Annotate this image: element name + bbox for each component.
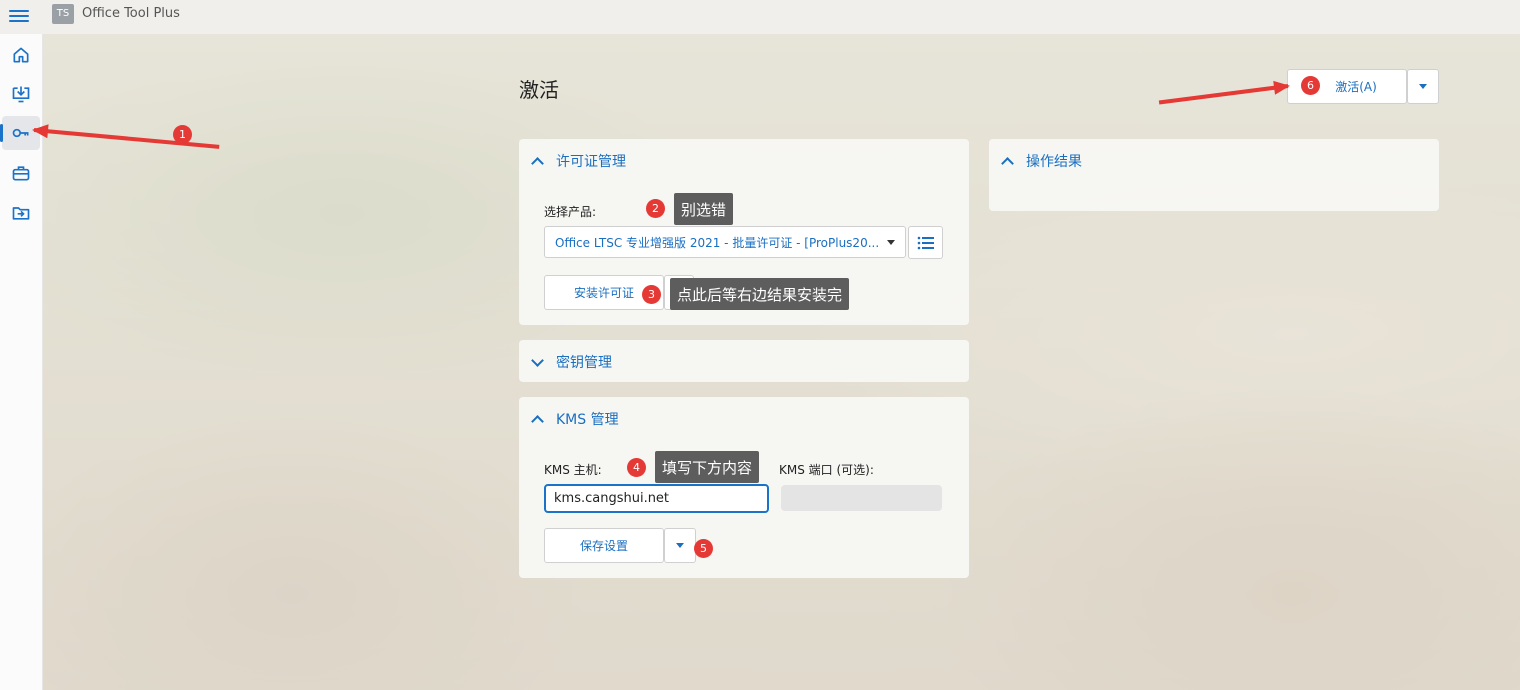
key-card-title: 密钥管理 (556, 355, 612, 371)
download-icon (12, 86, 30, 103)
nav-convert[interactable] (2, 196, 40, 230)
page-title: 激活 (519, 78, 559, 102)
kms-card-title: KMS 管理 (556, 412, 619, 428)
annotation-badge-5: 5 (694, 539, 713, 558)
app-title: Office Tool Plus (82, 6, 180, 21)
result-card-header[interactable]: 操作结果 (1001, 151, 1082, 171)
activate-dropdown-button[interactable] (1407, 69, 1439, 104)
kms-card-header[interactable]: KMS 管理 (531, 409, 619, 429)
select-product-label: 选择产品: (544, 205, 597, 219)
activate-button-label: 激活(A) (1335, 80, 1377, 94)
result-card-title: 操作结果 (1026, 154, 1082, 170)
product-select-value: Office LTSC 专业增强版 2021 - 批量许可证 - [ProPlu… (555, 235, 880, 250)
annotation-tip-3: 点此后等右边结果安装完 (670, 278, 850, 310)
annotation-badge-6: 6 (1301, 76, 1320, 95)
save-settings-button[interactable]: 保存设置 (544, 528, 664, 563)
title-bar: TS Office Tool Plus (0, 0, 1520, 34)
kms-host-input[interactable]: kms.cangshui.net (544, 484, 769, 513)
key-card-header[interactable]: 密钥管理 (531, 352, 612, 372)
key-card: 密钥管理 (519, 340, 969, 382)
save-settings-label: 保存设置 (579, 539, 628, 553)
home-icon (13, 47, 29, 63)
nav-home[interactable] (2, 38, 40, 72)
annotation-tip-4: 填写下方内容 (655, 451, 760, 483)
license-card-header[interactable]: 许可证管理 (531, 151, 626, 171)
save-settings-dropdown[interactable] (664, 528, 696, 563)
chevron-up-icon (531, 414, 544, 428)
caret-down-icon (1419, 84, 1427, 89)
chevron-down-icon (531, 353, 544, 367)
kms-port-input[interactable] (781, 485, 942, 511)
product-list-button[interactable] (908, 226, 943, 259)
menu-icon[interactable] (9, 7, 29, 27)
product-select[interactable]: Office LTSC 专业增强版 2021 - 批量许可证 - [ProPlu… (544, 226, 906, 258)
result-card: 操作结果 (989, 139, 1439, 211)
annotation-tip-2: 别选错 (674, 193, 734, 225)
annotation-badge-4: 4 (627, 458, 646, 477)
caret-down-icon (676, 543, 684, 548)
chevron-up-icon (1001, 156, 1014, 170)
key-icon (12, 128, 29, 138)
toolbox-icon (12, 166, 30, 181)
annotation-badge-3: 3 (642, 285, 661, 304)
kms-host-value: kms.cangshui.net (554, 491, 670, 506)
license-card-title: 许可证管理 (556, 154, 626, 170)
caret-down-icon (887, 239, 895, 245)
annotation-badge-1: 1 (173, 125, 192, 144)
import-icon (12, 207, 30, 220)
chevron-up-icon (531, 156, 544, 170)
app-logo: TS (52, 4, 74, 24)
kms-port-label: KMS 端口 (可选): (779, 463, 874, 477)
nav-deploy[interactable] (2, 77, 40, 111)
nav-toolbox[interactable] (2, 156, 40, 190)
annotation-badge-2: 2 (646, 199, 665, 218)
install-license-label: 安装许可证 (573, 286, 634, 300)
list-icon (917, 236, 934, 249)
kms-host-label: KMS 主机: (544, 463, 602, 477)
